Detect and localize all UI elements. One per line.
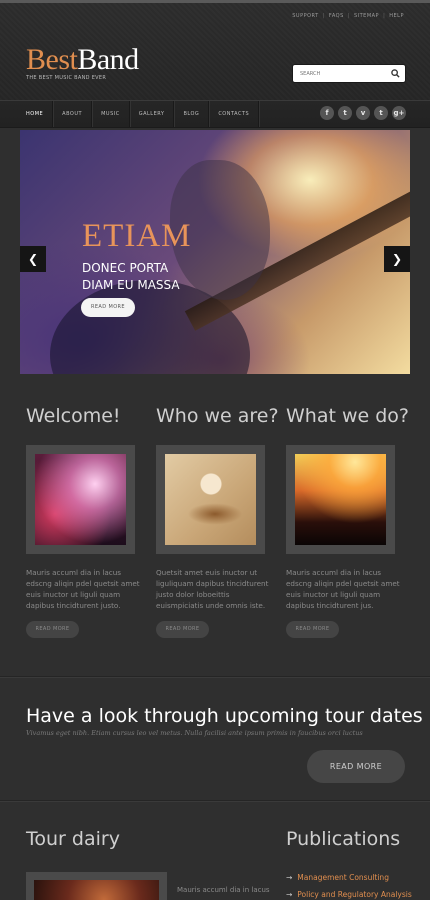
publication-link[interactable]: Policy and Regulatory Analysis [297, 890, 411, 899]
arrow-right-icon: → [286, 890, 293, 899]
twitter-icon[interactable]: t [338, 106, 352, 120]
read-more-button[interactable]: READ MORE [26, 621, 79, 638]
hero-slider: ETIAM DONEC PORTA DIAM EU MASSA READ MOR… [20, 130, 410, 374]
tumblr-icon[interactable]: t [374, 106, 388, 120]
read-more-button[interactable]: READ MORE [156, 621, 209, 638]
column-heading: Who we are? [156, 405, 279, 427]
slider-next-button[interactable]: ❯ [384, 246, 410, 272]
column-text: Mauris accuml dia in lacus edscng aliqin… [286, 568, 400, 610]
nav-home[interactable]: HOME [17, 101, 54, 127]
separator: | [383, 13, 386, 19]
nav-gallery[interactable]: GALLERY [130, 101, 175, 127]
tour-subtext: Vivamus eget nibh. Etiam cursus leo vel … [26, 729, 363, 737]
utility-links: SUPPORT | FAQS | SITEMAP | HELP [292, 13, 404, 19]
publication-link[interactable]: Management Consulting [297, 873, 389, 882]
section-divider [0, 800, 430, 801]
logo[interactable]: Best Band [26, 45, 139, 75]
slide-title: ETIAM [82, 218, 192, 254]
google-plus-icon[interactable]: g+ [392, 106, 406, 120]
tour-dairy-heading: Tour dairy [26, 828, 120, 850]
separator: | [322, 13, 325, 19]
support-link[interactable]: SUPPORT [292, 13, 318, 19]
read-more-button[interactable]: READ MORE [286, 621, 339, 638]
section-divider [0, 676, 430, 677]
separator: | [347, 13, 350, 19]
what-we-do-column: What we do? Mauris accuml dia in lacus e… [286, 405, 409, 638]
tour-dairy-image [34, 880, 159, 900]
nav-contacts[interactable]: CONTACTS [209, 101, 260, 127]
main-nav: HOME ABOUT MUSIC GALLERY BLOG CONTACTS f… [0, 100, 430, 128]
column-thumbnail[interactable] [286, 445, 395, 554]
sitemap-link[interactable]: SITEMAP [354, 13, 379, 19]
column-heading: Welcome! [26, 405, 121, 427]
logo-best: Best [26, 43, 78, 76]
tagline: THE BEST MUSIC BAND EVER [26, 75, 107, 81]
publication-item[interactable]: → Policy and Regulatory Analysis [286, 890, 412, 899]
tour-heading: Have a look through upcoming tour dates [26, 705, 423, 727]
column-thumbnail[interactable] [26, 445, 135, 554]
tour-dairy-thumbnail[interactable] [26, 872, 167, 900]
slide-read-more-button[interactable]: READ MORE [81, 298, 135, 317]
guitarist-image [165, 454, 256, 545]
slider-prev-button[interactable]: ❮ [20, 246, 46, 272]
column-text: Mauris accuml dia in lacus edscng aliqin… [26, 568, 140, 610]
tour-dairy-text: Mauris accuml dia in lacus [177, 886, 270, 894]
header: SUPPORT | FAQS | SITEMAP | HELP Best Ban… [0, 0, 430, 100]
slide-subtitle: DONEC PORTA DIAM EU MASSA [82, 260, 232, 294]
nav-menu: HOME ABOUT MUSIC GALLERY BLOG CONTACTS [17, 101, 260, 127]
column-thumbnail[interactable] [156, 445, 265, 554]
search-box [293, 65, 405, 82]
publication-item[interactable]: → Management Consulting [286, 873, 412, 882]
publications-heading: Publications [286, 828, 401, 850]
crowd-image [295, 454, 386, 545]
faqs-link[interactable]: FAQS [329, 13, 344, 19]
arrow-right-icon: → [286, 873, 293, 882]
column-heading: What we do? [286, 405, 409, 427]
logo-band: Band [77, 43, 139, 76]
search-icon[interactable] [391, 69, 400, 78]
welcome-column: Welcome! Mauris accuml dia in lacus edsc… [26, 405, 146, 638]
social-links: f t v t g+ [320, 106, 406, 120]
nav-blog[interactable]: BLOG [174, 101, 210, 127]
help-link[interactable]: HELP [389, 13, 404, 19]
nav-music[interactable]: MUSIC [92, 101, 130, 127]
column-text: Quetsit amet euis inuctor ut liguliquam … [156, 568, 269, 610]
facebook-icon[interactable]: f [320, 106, 334, 120]
publications-list: → Management Consulting → Policy and Regul… [286, 873, 412, 900]
nav-about[interactable]: ABOUT [53, 101, 93, 127]
concert-image [35, 454, 126, 545]
slide-subtitle-line: DIAM EU MASSA [82, 278, 180, 292]
chevron-left-icon: ❮ [27, 252, 39, 266]
vimeo-icon[interactable]: v [356, 106, 370, 120]
slide-subtitle-line: DONEC PORTA [82, 261, 169, 275]
chevron-right-icon: ❯ [391, 252, 403, 266]
who-we-are-column: Who we are? Quetsit amet euis inuctor ut… [156, 405, 279, 638]
tour-read-more-button[interactable]: READ MORE [307, 750, 405, 783]
search-input[interactable] [293, 70, 383, 77]
